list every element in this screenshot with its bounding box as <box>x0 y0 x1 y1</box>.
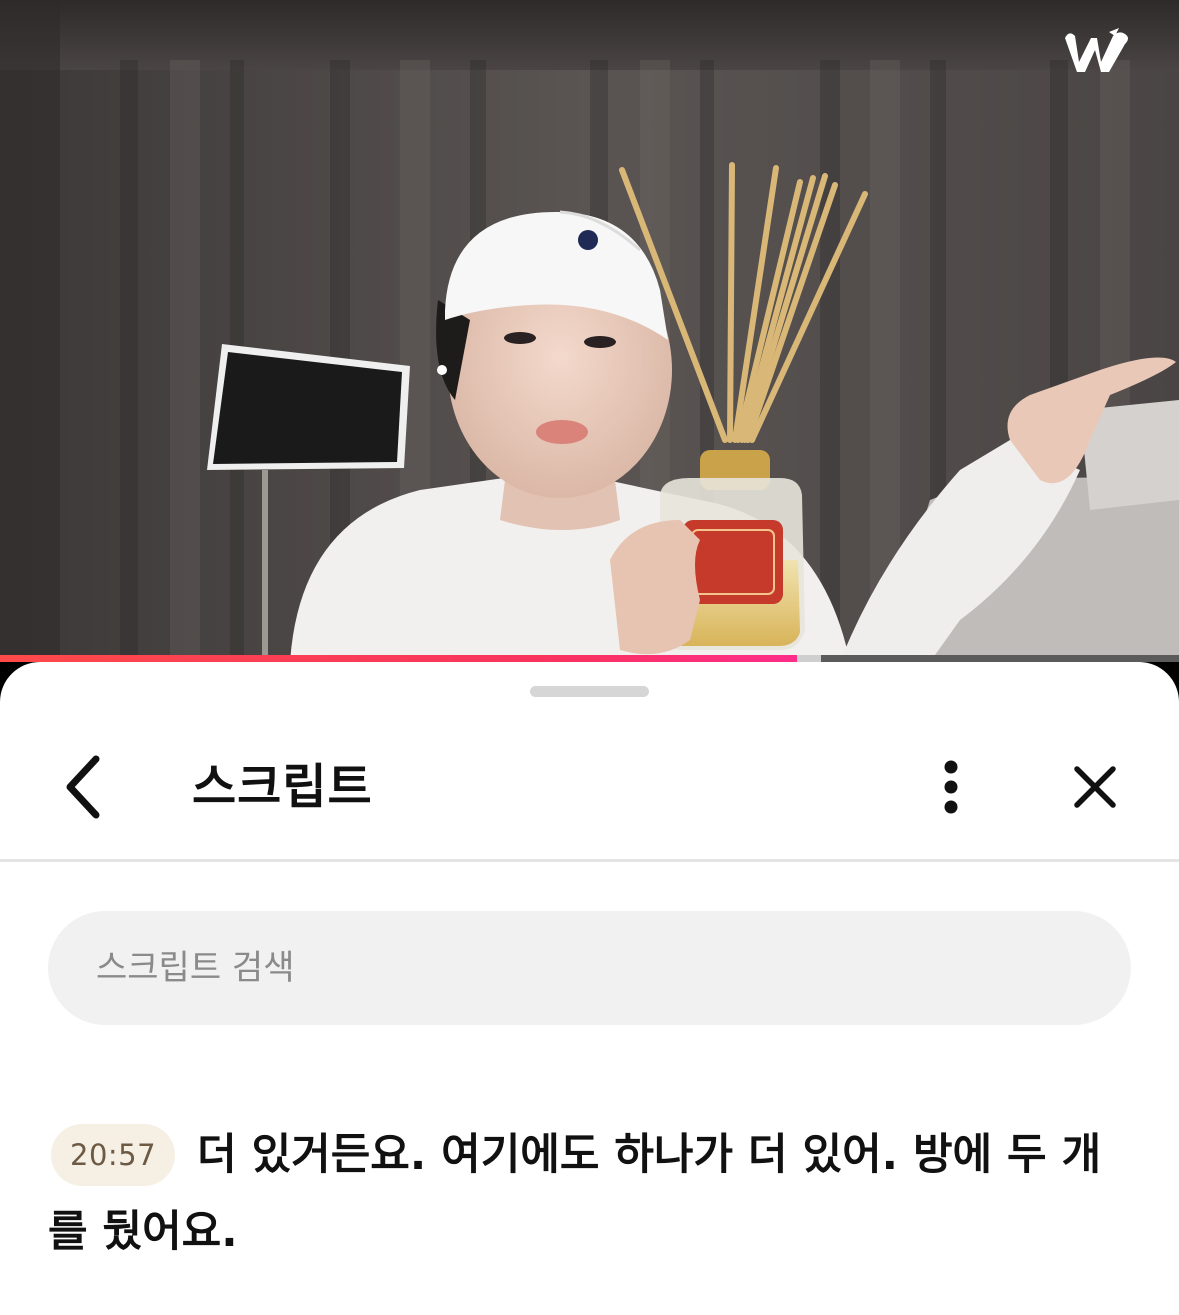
back-button[interactable] <box>52 752 112 822</box>
sheet-header: 스크립트 <box>0 732 1179 862</box>
app-screen: 스크립트 20:57더 있거든요. 여기에도 하나가 더 있어. 방에 두 개를… <box>0 0 1179 1315</box>
sheet-drag-handle[interactable] <box>530 686 649 697</box>
close-button[interactable] <box>1065 752 1125 822</box>
close-icon <box>1074 766 1116 808</box>
script-entry[interactable]: 20:57 더 있거든요. 여기에도 하나가 더 있어. 방에 두 개를 뒀어요. <box>48 1117 1138 1271</box>
brand-logo-icon <box>1059 22 1139 82</box>
search-input[interactable] <box>96 911 1076 1025</box>
script-text: 더 있거든요. 여기에도 하나가 더 있어. 방에 두 개를 뒀어요. <box>48 1130 1102 1257</box>
timestamp-badge[interactable]: 20:57 <box>51 1124 176 1186</box>
search-bar[interactable] <box>48 911 1131 1025</box>
page-title: 스크립트 <box>192 759 373 815</box>
script-sheet: 스크립트 20:57더 있거든요. 여기에도 하나가 더 있어. 방에 두 개를… <box>0 662 1179 1315</box>
video-progress-bar[interactable] <box>0 655 1179 662</box>
progress-buffered <box>797 655 821 662</box>
vertical-dots-icon <box>944 760 958 814</box>
more-options-button[interactable] <box>925 752 977 822</box>
header-divider <box>0 859 1179 862</box>
video-player[interactable] <box>0 0 1179 662</box>
chevron-left-icon <box>66 755 100 819</box>
progress-played <box>0 655 797 662</box>
video-frame-image <box>0 0 1179 662</box>
